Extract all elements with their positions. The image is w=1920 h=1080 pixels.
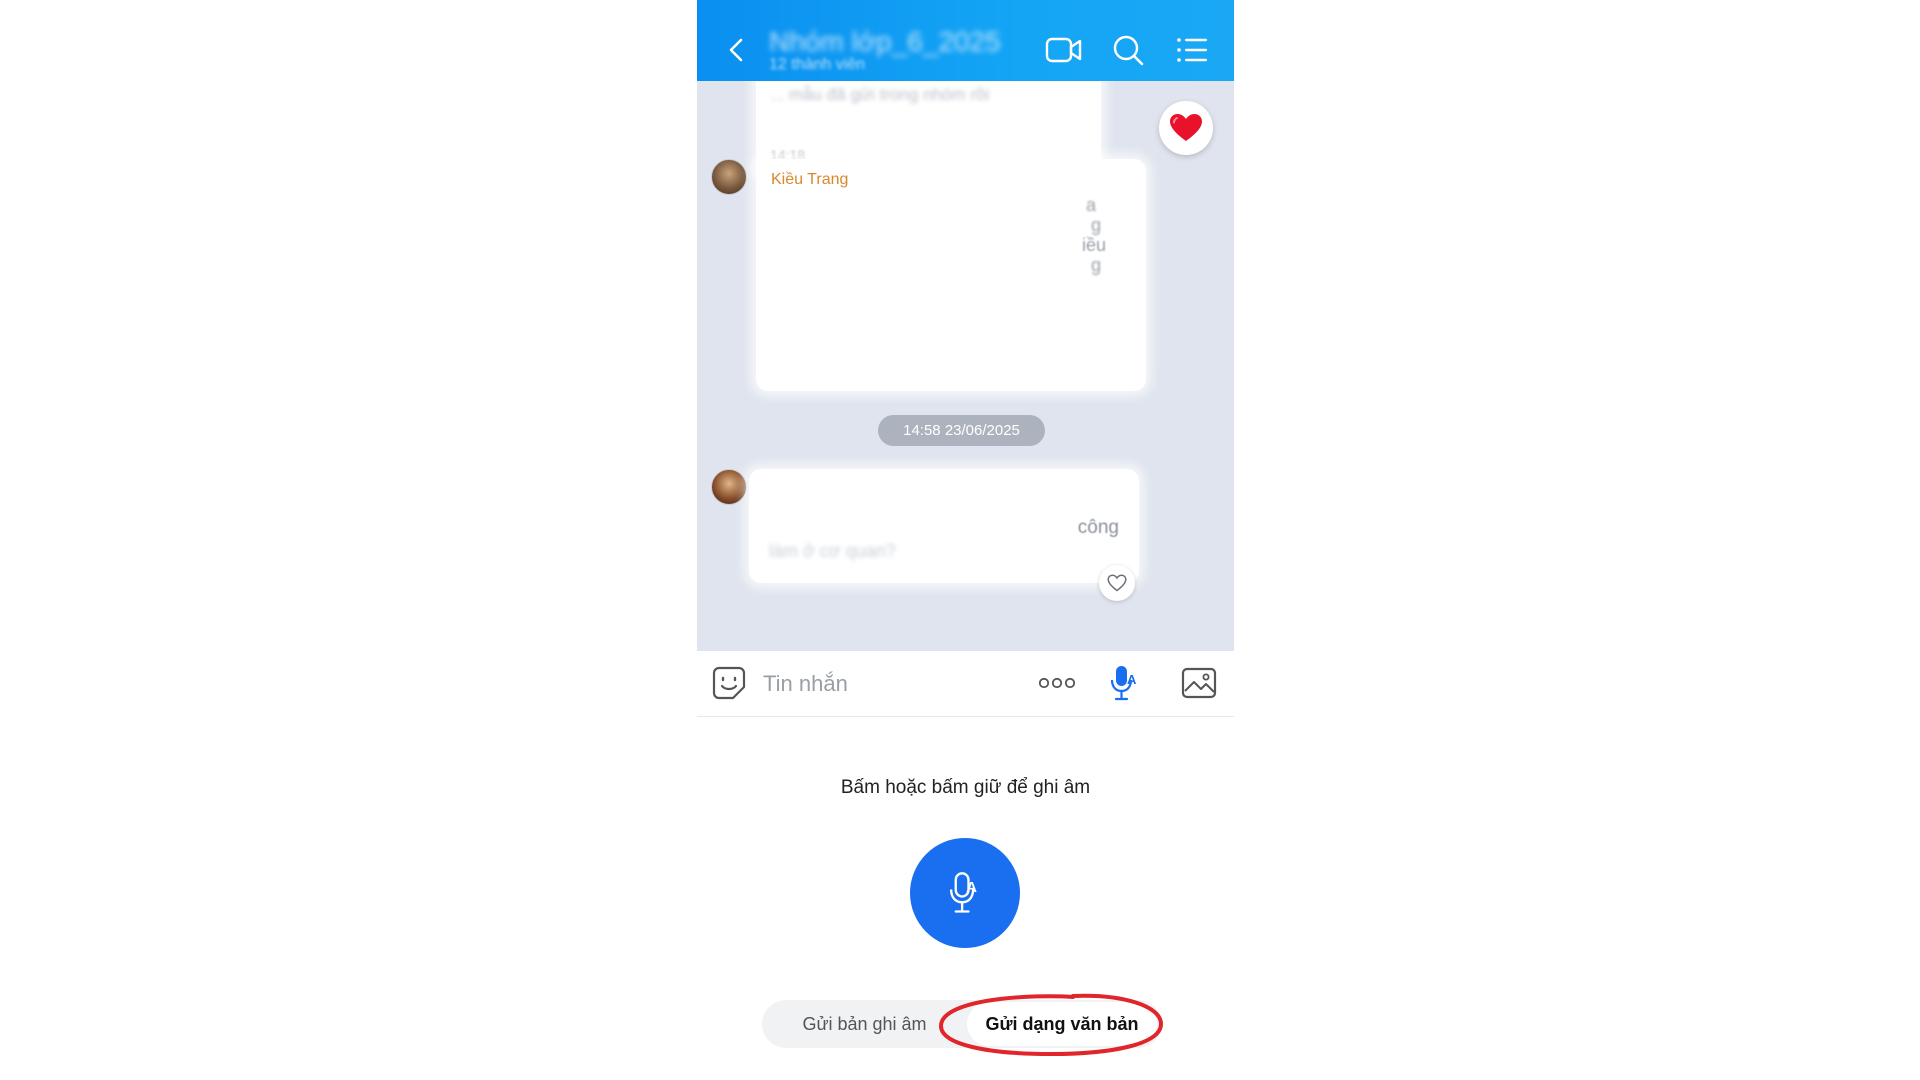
message-text: g bbox=[1091, 255, 1102, 275]
back-button[interactable] bbox=[725, 36, 749, 64]
date-separator: 14:58 23/06/2025 bbox=[878, 415, 1045, 446]
list-menu-icon[interactable] bbox=[1173, 32, 1211, 68]
send-mode-toggle: Gửi bản ghi âm Gửi dạng văn bản bbox=[762, 1000, 1162, 1048]
chevron-left-icon bbox=[729, 38, 743, 62]
chat-messages-area[interactable]: ... mẫu đã gửi trong nhóm rồi 14:18 Kiều… bbox=[697, 81, 1234, 651]
message-bubble[interactable]: công làm ở cơ quan? bbox=[749, 469, 1139, 583]
message-text: ... mẫu đã gửi trong nhóm rồi bbox=[770, 85, 990, 104]
image-icon[interactable] bbox=[1181, 667, 1217, 699]
avatar[interactable] bbox=[711, 469, 747, 505]
phone-screen: Nhóm lớp_6_2025 12 thành viên ... mẫu đã… bbox=[697, 0, 1234, 1080]
chat-header: Nhóm lớp_6_2025 12 thành viên bbox=[697, 0, 1234, 81]
sticker-icon[interactable] bbox=[711, 665, 747, 701]
message-input[interactable] bbox=[761, 665, 1025, 703]
message-text: làm ở cơ quan? bbox=[769, 541, 896, 561]
send-text-option[interactable]: Gửi dạng văn bản bbox=[967, 1002, 1157, 1046]
message-input-bar: A bbox=[697, 651, 1234, 717]
sender-name: Kiều Trang bbox=[771, 171, 849, 188]
heart-icon bbox=[1170, 114, 1202, 141]
video-call-icon[interactable] bbox=[1045, 32, 1083, 68]
search-icon[interactable] bbox=[1109, 32, 1147, 68]
heart-reaction-button[interactable] bbox=[1159, 101, 1213, 155]
like-button[interactable] bbox=[1099, 565, 1135, 601]
send-audio-option[interactable]: Gửi bản ghi âm bbox=[762, 1000, 967, 1048]
record-hint: Bấm hoặc bấm giữ để ghi âm bbox=[840, 777, 1091, 798]
voice-to-text-icon[interactable]: A bbox=[1110, 664, 1138, 702]
chat-title-area[interactable]: Nhóm lớp_6_2025 12 thành viên bbox=[749, 20, 1009, 80]
message-bubble[interactable]: Kiều Trang a g iều g bbox=[756, 159, 1146, 391]
svg-text:A: A bbox=[1127, 672, 1137, 687]
avatar[interactable] bbox=[711, 159, 747, 195]
message-text: g bbox=[1091, 215, 1102, 235]
more-options-icon[interactable] bbox=[1037, 671, 1077, 695]
message-text: công bbox=[1077, 517, 1119, 538]
member-count: 12 thành viên bbox=[769, 56, 866, 73]
svg-text:A: A bbox=[966, 879, 977, 896]
message-text: a bbox=[1086, 195, 1097, 215]
voice-to-text-icon: A bbox=[949, 872, 977, 913]
chat-title: Nhóm lớp_6_2025 bbox=[769, 26, 1001, 57]
message-text: iều bbox=[1082, 235, 1107, 255]
record-button[interactable]: A bbox=[910, 838, 1020, 948]
heart-outline-icon bbox=[1107, 574, 1127, 592]
